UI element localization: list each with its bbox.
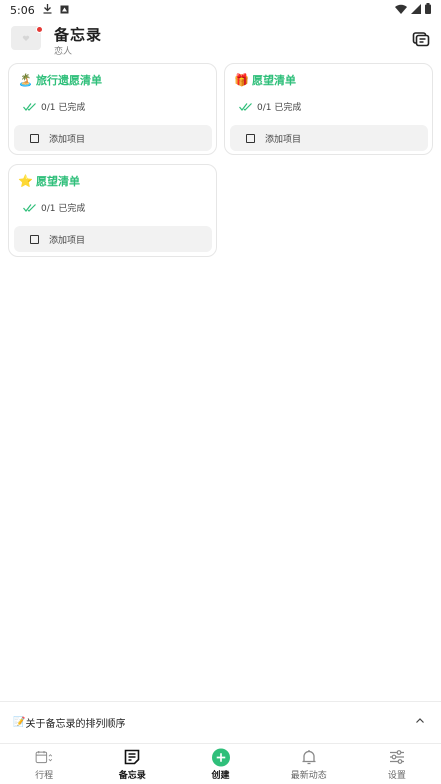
card-progress: 0/1 已完成 [23, 201, 85, 214]
bell-icon [300, 748, 318, 766]
nav-label: 行程 [35, 771, 54, 781]
memo-card[interactable]: 🎁 愿望清单 0/1 已完成 添加项目 [224, 63, 433, 155]
battery-icon [425, 3, 431, 17]
checkbox-icon [30, 234, 39, 244]
notification-icon [60, 4, 69, 17]
sort-order-banner[interactable]: 📝 关于备忘录的排列顺序 [0, 701, 441, 743]
card-title: ⭐ 愿望清单 [18, 173, 80, 189]
gift-icon: 🎁 [234, 73, 249, 87]
nav-label: 设置 [387, 771, 406, 781]
memo-card[interactable]: 🏝️ 旅行遗愿清单 0/1 已完成 添加项目 [8, 63, 217, 155]
card-progress: 0/1 已完成 [239, 100, 301, 113]
progress-text: 0/1 已完成 [41, 103, 86, 113]
memo-card[interactable]: ⭐ 愿望清单 0/1 已完成 添加项目 [8, 164, 217, 257]
memo-icon [123, 748, 141, 766]
nav-item-schedule[interactable]: 行程 [0, 744, 88, 784]
card-title: 🏝️ 旅行遗愿清单 [18, 72, 102, 88]
checkbox-icon [246, 133, 255, 143]
double-check-icon [23, 203, 36, 212]
status-bar: 5:06 [0, 0, 441, 20]
add-item-label: 添加项目 [49, 235, 86, 246]
add-item-label: 添加项目 [265, 134, 302, 145]
status-time: 5:06 [10, 3, 35, 17]
page-title: 备忘录 [54, 26, 103, 44]
wifi-icon [395, 4, 407, 17]
nav-label: 备忘录 [118, 771, 146, 781]
card-title-text: 愿望清单 [251, 74, 296, 87]
card-title-text: 旅行遗愿清单 [35, 74, 102, 87]
nav-label: 创建 [211, 771, 230, 781]
card-progress: 0/1 已完成 [23, 100, 85, 113]
sort-order-text: 关于备忘录的排列顺序 [25, 719, 126, 730]
sliders-icon [388, 748, 406, 766]
memo-emoji-icon: 📝 [13, 717, 26, 728]
double-check-icon [239, 102, 252, 111]
nav-item-settings[interactable]: 设置 [353, 744, 441, 784]
nav-item-create[interactable]: 创建 [176, 744, 264, 784]
card-title: 🎁 愿望清单 [234, 72, 296, 88]
star-icon: ⭐ [18, 174, 33, 188]
checkbox-icon [30, 133, 39, 143]
progress-text: 0/1 已完成 [41, 204, 86, 214]
plus-circle-icon [211, 748, 230, 766]
double-check-icon [23, 102, 36, 111]
calendar-icon [35, 748, 53, 766]
add-item-button[interactable]: 添加项目 [14, 125, 212, 151]
nav-label: 最新动态 [290, 771, 327, 781]
bottom-nav: 行程 备忘录 创建 最新动态 设置 [0, 743, 441, 784]
nav-item-memo[interactable]: 备忘录 [88, 744, 176, 784]
page-subtitle: 恋人 [54, 47, 73, 57]
card-title-text: 愿望清单 [35, 175, 80, 188]
add-item-button[interactable]: 添加项目 [230, 125, 428, 151]
progress-text: 0/1 已完成 [257, 103, 302, 113]
chevron-up-icon[interactable] [415, 716, 425, 726]
download-icon [43, 3, 52, 17]
nav-item-updates[interactable]: 最新动态 [265, 744, 353, 784]
signal-icon [411, 3, 421, 17]
island-icon: 🏝️ [18, 73, 33, 87]
add-item-label: 添加项目 [49, 134, 86, 145]
notification-badge [36, 26, 43, 33]
app-header: 备忘录 恋人 [0, 22, 441, 58]
add-item-button[interactable]: 添加项目 [14, 226, 212, 252]
chat-icon[interactable] [412, 30, 430, 48]
